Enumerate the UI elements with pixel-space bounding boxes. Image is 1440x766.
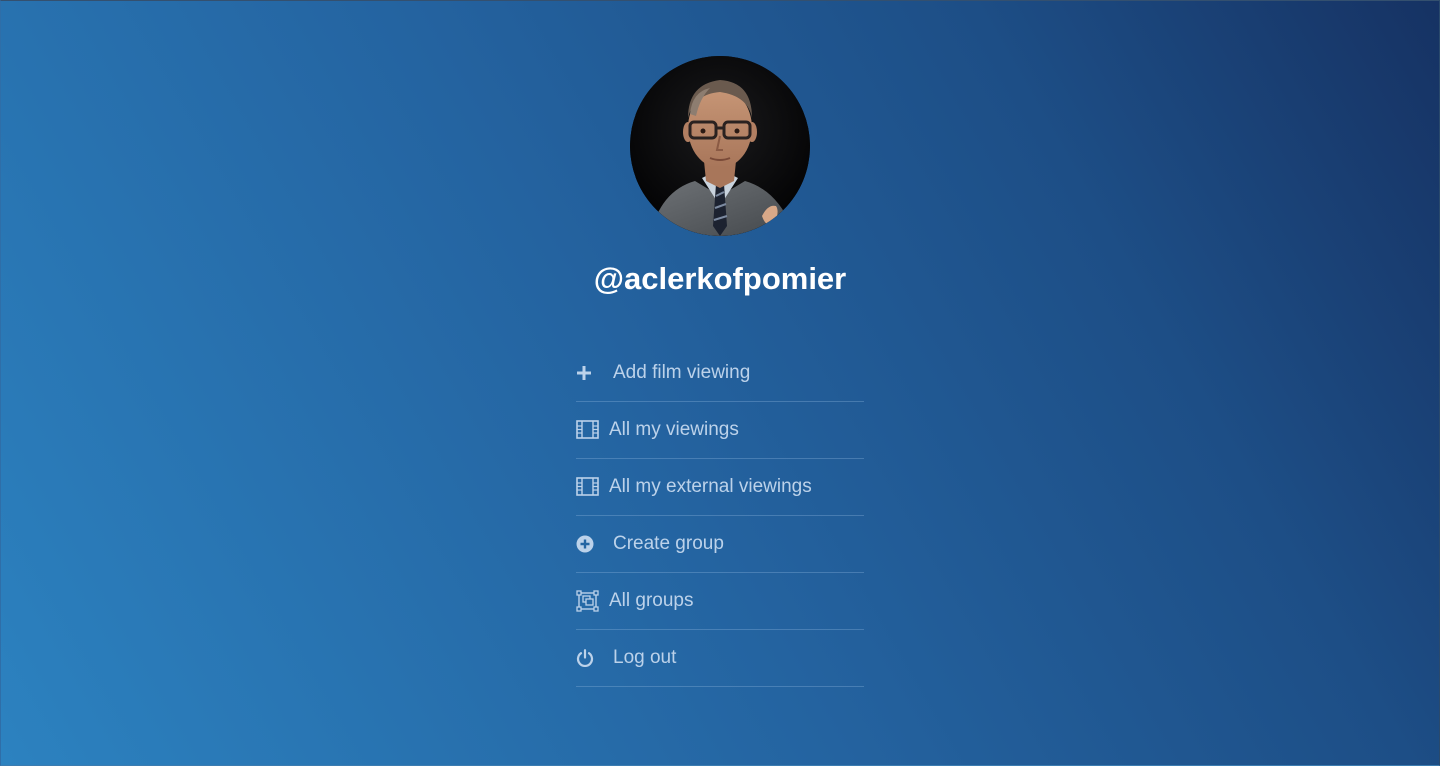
menu-item-label: All groups	[609, 590, 694, 611]
power-icon	[576, 646, 600, 670]
menu-item-all-my-viewings[interactable]: All my viewings	[576, 402, 864, 459]
film-icon	[576, 418, 600, 442]
menu-item-add-film-viewing[interactable]: Add film viewing	[576, 345, 864, 402]
avatar-photo	[630, 56, 810, 236]
menu-item-all-groups[interactable]: All groups	[576, 573, 864, 630]
menu-item-all-my-external-viewings[interactable]: All my external viewings	[576, 459, 864, 516]
user-menu: Add film viewing All my viewings All my …	[576, 345, 864, 687]
plus-circle-icon	[576, 532, 600, 556]
username: @aclerkofpomier	[593, 261, 847, 296]
menu-item-label: Log out	[613, 647, 677, 668]
menu-item-label: Add film viewing	[613, 362, 751, 383]
avatar	[630, 56, 810, 236]
menu-item-label: All my viewings	[609, 419, 739, 440]
menu-item-log-out[interactable]: Log out	[576, 630, 864, 687]
menu-item-create-group[interactable]: Create group	[576, 516, 864, 573]
group-icon	[576, 589, 600, 613]
menu-item-label: All my external viewings	[609, 476, 812, 497]
film-icon	[576, 475, 600, 499]
menu-item-label: Create group	[613, 533, 724, 554]
plus-icon	[576, 361, 600, 385]
